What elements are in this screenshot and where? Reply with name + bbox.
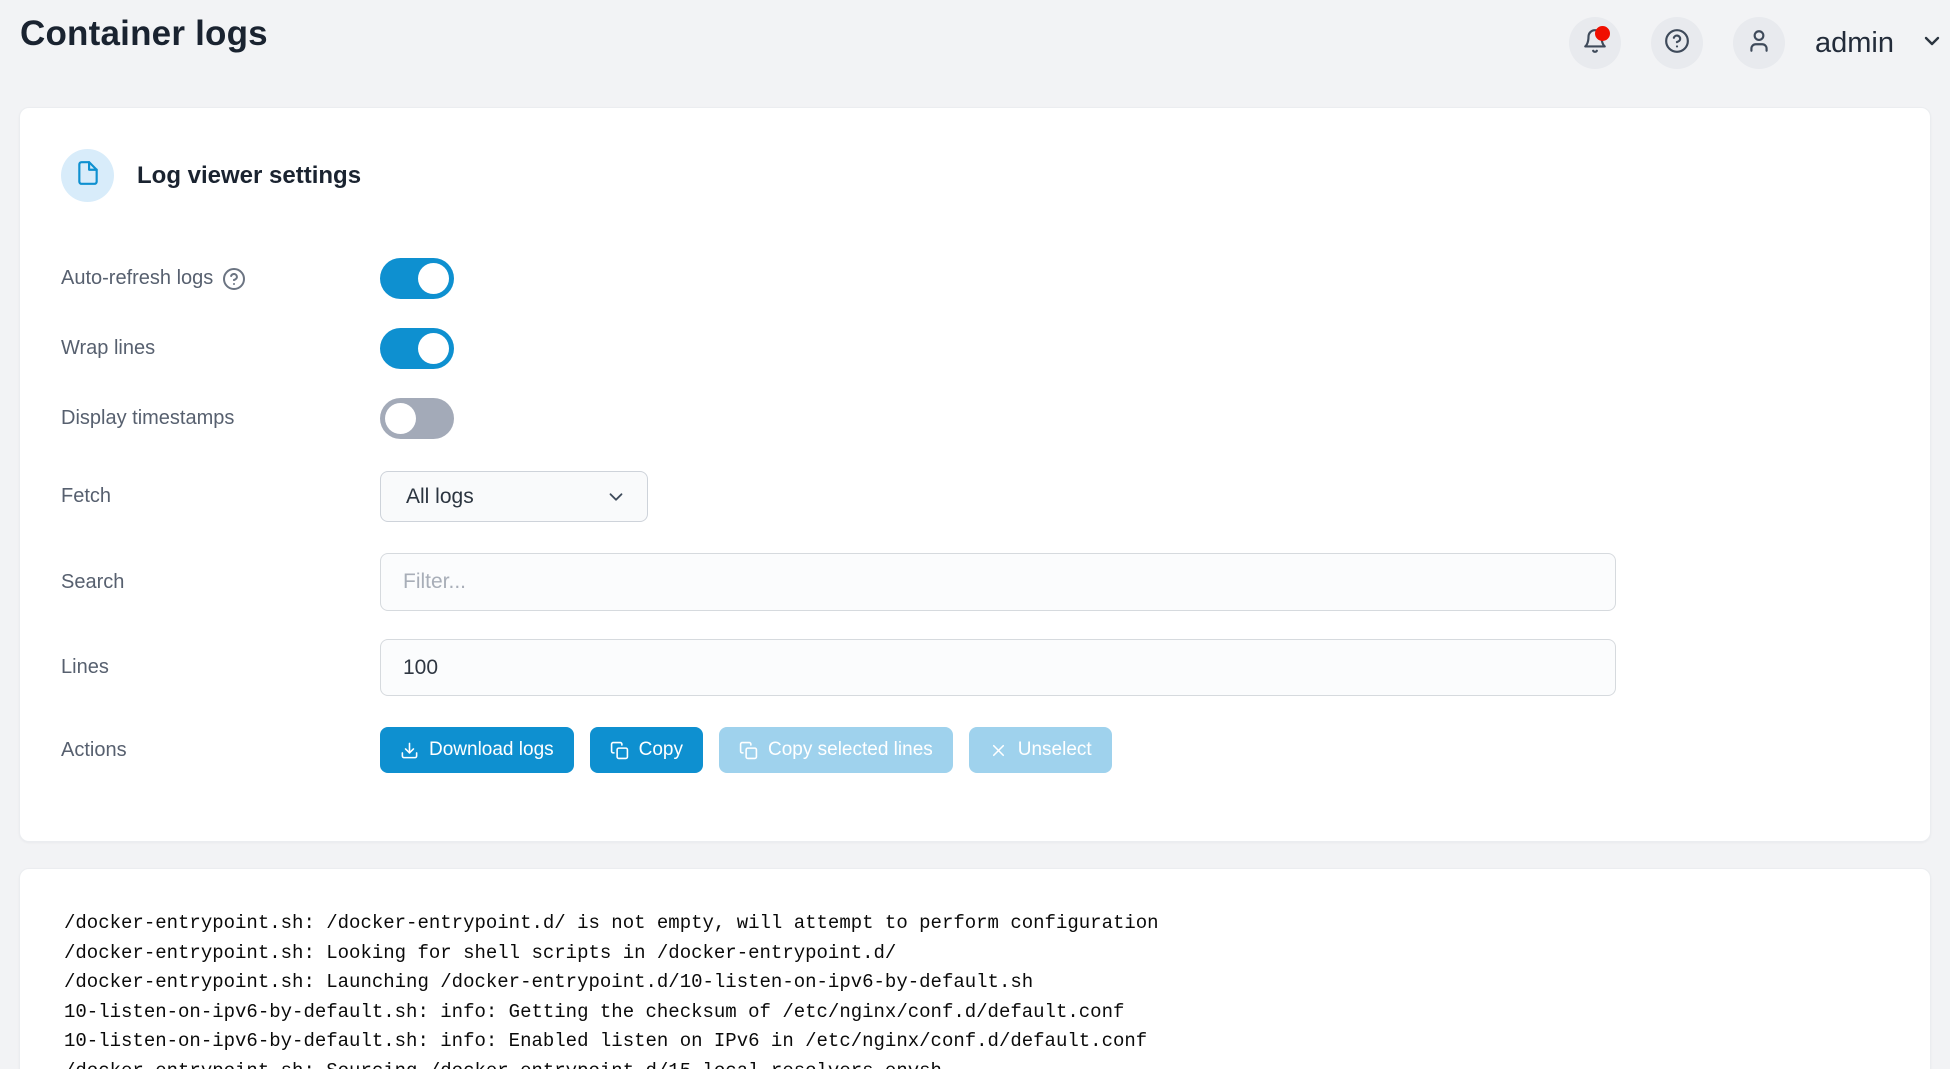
wrap-lines-label-text: Wrap lines (61, 337, 155, 360)
display-timestamps-row: Display timestamps (61, 398, 1889, 439)
search-input[interactable] (380, 553, 1616, 611)
log-output-card: /docker-entrypoint.sh: /docker-entrypoin… (19, 868, 1931, 1069)
chevron-down-icon (1920, 40, 1944, 57)
lines-label-text: Lines (61, 656, 109, 679)
copy-button[interactable]: Copy (590, 727, 703, 773)
copy-icon (739, 741, 758, 760)
notifications-button[interactable] (1569, 17, 1621, 69)
question-circle-icon (1664, 28, 1690, 59)
toggle-knob (418, 263, 449, 294)
auto-refresh-help-icon[interactable] (222, 267, 246, 291)
copy-label: Copy (639, 739, 683, 761)
toggle-knob (385, 403, 416, 434)
lines-row: Lines (61, 639, 1889, 696)
page-header: Container logs (0, 0, 1950, 72)
download-logs-button[interactable]: Download logs (380, 727, 574, 773)
user-avatar-button[interactable] (1733, 17, 1785, 69)
fetch-row: Fetch All logs (61, 471, 1889, 522)
log-viewer-settings-card: Log viewer settings Auto-refresh logs Wr… (19, 107, 1931, 842)
log-line: /docker-entrypoint.sh: Launching /docker… (64, 968, 1890, 998)
wrap-lines-row: Wrap lines (61, 328, 1889, 369)
user-menu-toggle[interactable] (1920, 29, 1944, 58)
notification-dot (1595, 26, 1610, 41)
fetch-selected-value: All logs (406, 485, 474, 509)
username-label[interactable]: admin (1815, 27, 1894, 60)
fetch-label: Fetch (61, 485, 380, 508)
unselect-button[interactable]: Unselect (969, 727, 1112, 773)
x-icon (989, 741, 1008, 760)
actions-row: Actions Download logs (61, 727, 1889, 773)
file-icon (75, 160, 101, 191)
log-line: 10-listen-on-ipv6-by-default.sh: info: G… (64, 998, 1890, 1028)
page-title: Container logs (20, 14, 268, 54)
lines-input[interactable] (380, 639, 1616, 696)
search-row: Search (61, 553, 1889, 611)
action-buttons: Download logs Copy Cop (380, 727, 1112, 773)
download-logs-label: Download logs (429, 739, 554, 761)
log-line: /docker-entrypoint.sh: Looking for shell… (64, 939, 1890, 969)
download-icon (400, 741, 419, 760)
copy-icon (610, 741, 629, 760)
auto-refresh-label-text: Auto-refresh logs (61, 267, 213, 290)
card-header-icon-circle (61, 149, 114, 202)
unselect-label: Unselect (1018, 739, 1092, 761)
search-label-text: Search (61, 571, 124, 594)
log-line: 10-listen-on-ipv6-by-default.sh: info: E… (64, 1027, 1890, 1057)
auto-refresh-label: Auto-refresh logs (61, 267, 380, 291)
display-timestamps-toggle[interactable] (380, 398, 454, 439)
person-icon (1746, 28, 1772, 59)
log-lines: /docker-entrypoint.sh: /docker-entrypoin… (64, 909, 1890, 1069)
copy-selected-lines-button[interactable]: Copy selected lines (719, 727, 953, 773)
log-line: /docker-entrypoint.sh: Sourcing /docker-… (64, 1057, 1890, 1069)
fetch-label-text: Fetch (61, 485, 111, 508)
card-title: Log viewer settings (137, 162, 361, 190)
toggle-knob (418, 333, 449, 364)
log-line: /docker-entrypoint.sh: /docker-entrypoin… (64, 909, 1890, 939)
display-timestamps-label: Display timestamps (61, 407, 380, 430)
copy-selected-lines-label: Copy selected lines (768, 739, 933, 761)
header-actions: admin (1569, 17, 1944, 69)
actions-label: Actions (61, 739, 380, 762)
card-header: Log viewer settings (61, 149, 1889, 202)
auto-refresh-row: Auto-refresh logs (61, 258, 1889, 299)
display-timestamps-label-text: Display timestamps (61, 407, 234, 430)
auto-refresh-toggle[interactable] (380, 258, 454, 299)
fetch-select[interactable]: All logs (380, 471, 648, 522)
lines-label: Lines (61, 656, 380, 679)
search-label: Search (61, 571, 380, 594)
wrap-lines-toggle[interactable] (380, 328, 454, 369)
help-button[interactable] (1651, 17, 1703, 69)
actions-label-text: Actions (61, 739, 127, 762)
wrap-lines-label: Wrap lines (61, 337, 380, 360)
chevron-down-icon (605, 486, 627, 508)
